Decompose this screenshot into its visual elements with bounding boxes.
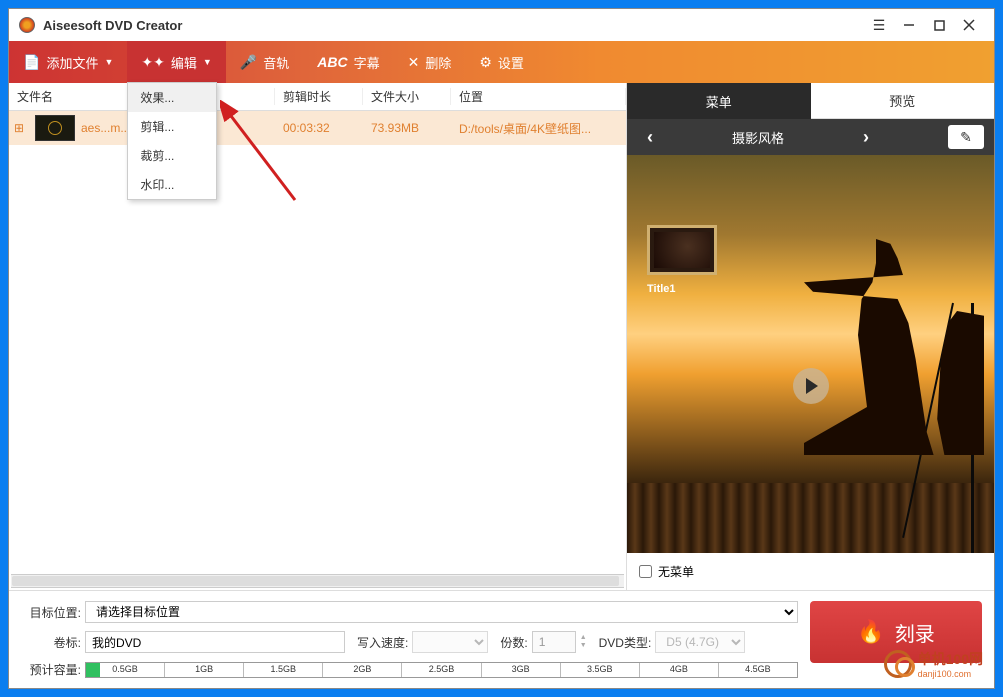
no-menu-checkbox[interactable]: [639, 565, 652, 578]
fire-icon: 🔥: [857, 619, 884, 645]
menu-watermark[interactable]: 水印...: [128, 170, 216, 199]
main-toolbar: 📄 添加文件 ▼ ✦✦ 编辑 ▼ 效果... 剪辑... 裁剪... 水印...…: [9, 41, 994, 83]
col-duration[interactable]: 剪辑时长: [275, 88, 363, 105]
volume-input[interactable]: [85, 631, 345, 653]
file-size: 73.93MB: [363, 121, 451, 135]
site-watermark: 单机100网 danji100.com: [884, 649, 983, 679]
copies-stepper[interactable]: ▲▼: [580, 634, 587, 650]
horizontal-scrollbar[interactable]: [11, 574, 624, 588]
tab-menu[interactable]: 菜单: [627, 83, 811, 119]
menu-effect[interactable]: 效果...: [128, 83, 216, 112]
volume-label: 卷标:: [21, 634, 81, 651]
menu-clip[interactable]: 剪辑...: [128, 112, 216, 141]
add-file-button[interactable]: 📄 添加文件 ▼: [9, 41, 127, 83]
delete-x-icon: ✕: [408, 54, 420, 71]
burn-label: 刻录: [895, 618, 935, 647]
edit-dropdown: 效果... 剪辑... 裁剪... 水印...: [127, 82, 217, 200]
watermark-name: 单机100网: [918, 649, 983, 669]
file-list-panel: 文件名 剪辑时长 文件大小 位置 ⊞ aes...m... 00:03:32 7…: [9, 83, 627, 590]
prev-style-arrow-icon[interactable]: ‹: [637, 123, 663, 152]
file-location: D:/tools/桌面/4K壁纸图...: [451, 120, 626, 137]
delete-label: 删除: [425, 53, 451, 72]
preview-panel: 菜单 预览 ‹ 摄影风格 › ✎ Title1 无菜单: [627, 83, 994, 590]
abc-subtitle-icon: ABC: [317, 54, 347, 70]
copies-input[interactable]: [532, 631, 576, 653]
menu-crop[interactable]: 裁剪...: [128, 141, 216, 170]
edit-style-pencil-icon[interactable]: ✎: [948, 125, 984, 149]
edit-sparkle-icon: ✦✦: [141, 54, 164, 71]
copies-label: 份数:: [500, 634, 527, 651]
dvd-type-label: DVD类型:: [599, 634, 652, 651]
dvd-type-select[interactable]: D5 (4.7G): [655, 631, 745, 653]
bottom-panel: 目标位置: 请选择目标位置 卷标: 写入速度: 份数: ▲▼ DVD类型: D5…: [9, 590, 994, 688]
capacity-tick: 2GB: [323, 663, 402, 677]
style-bar: ‹ 摄影风格 › ✎: [627, 119, 994, 155]
write-speed-select[interactable]: [412, 631, 488, 653]
add-file-icon: 📄: [23, 54, 40, 71]
title-thumbnail-frame[interactable]: [647, 225, 717, 275]
capacity-tick: 1GB: [165, 663, 244, 677]
edit-label: 编辑: [171, 53, 197, 72]
capacity-tick: 2.5GB: [402, 663, 481, 677]
edit-button[interactable]: ✦✦ 编辑 ▼ 效果... 剪辑... 裁剪... 水印...: [127, 41, 225, 83]
capacity-bar: 0.5GB 1GB 1.5GB 2GB 2.5GB 3GB 3.5GB 4GB …: [85, 662, 798, 678]
capacity-tick: 4GB: [640, 663, 719, 677]
video-thumbnail: [35, 115, 75, 141]
col-filesize[interactable]: 文件大小: [363, 88, 451, 105]
play-button-icon[interactable]: [793, 368, 829, 404]
caret-down-icon: ▼: [203, 57, 212, 67]
close-button[interactable]: [954, 13, 984, 37]
delete-button[interactable]: ✕ 删除: [394, 41, 466, 83]
microphone-icon: 🎤: [240, 54, 257, 71]
app-logo-icon: [19, 17, 35, 33]
minimize-button[interactable]: [894, 13, 924, 37]
style-name: 摄影风格: [732, 128, 784, 147]
capacity-tick: 3GB: [482, 663, 561, 677]
capacity-tick: 4.5GB: [719, 663, 797, 677]
capacity-tick: 3.5GB: [561, 663, 640, 677]
file-duration: 00:03:32: [275, 121, 363, 135]
destination-select[interactable]: 请选择目标位置: [85, 601, 798, 623]
caret-down-icon: ▼: [104, 57, 113, 67]
menu-list-icon[interactable]: ☰: [864, 13, 894, 37]
empty-list-area: [9, 145, 626, 572]
expand-plus-icon[interactable]: ⊞: [9, 121, 29, 135]
add-file-label: 添加文件: [46, 53, 98, 72]
next-style-arrow-icon[interactable]: ›: [853, 123, 879, 152]
audio-button[interactable]: 🎤 音轨: [226, 41, 303, 83]
no-menu-option: 无菜单: [627, 553, 994, 590]
right-tabs: 菜单 预览: [627, 83, 994, 119]
subtitle-label: 字幕: [354, 53, 380, 72]
menu-preview: Title1: [627, 155, 994, 553]
settings-label: 设置: [498, 53, 524, 72]
tab-preview[interactable]: 预览: [811, 83, 995, 119]
title-label: Title1: [647, 283, 676, 295]
audio-label: 音轨: [263, 53, 289, 72]
app-window: Aiseesoft DVD Creator ☰ 📄 添加文件 ▼ ✦✦ 编辑 ▼…: [8, 8, 995, 689]
gear-icon: ⚙: [479, 54, 492, 71]
output-settings: 目标位置: 请选择目标位置 卷标: 写入速度: 份数: ▲▼ DVD类型: D5…: [21, 601, 798, 678]
maximize-button[interactable]: [924, 13, 954, 37]
dest-label: 目标位置:: [21, 604, 81, 621]
no-menu-label: 无菜单: [658, 563, 694, 580]
file-row[interactable]: ⊞ aes...m... 00:03:32 73.93MB D:/tools/桌…: [9, 111, 626, 145]
capacity-label: 预计容量:: [21, 661, 81, 678]
subtitle-button[interactable]: ABC 字幕: [303, 41, 393, 83]
capacity-tick: 1.5GB: [244, 663, 323, 677]
titlebar: Aiseesoft DVD Creator ☰: [9, 9, 994, 41]
app-title: Aiseesoft DVD Creator: [43, 18, 864, 33]
watermark-logo-icon: [884, 650, 912, 678]
photographer-silhouette: [804, 215, 984, 455]
capacity-fill: [86, 663, 100, 677]
write-speed-label: 写入速度:: [357, 634, 408, 651]
column-headers: 文件名 剪辑时长 文件大小 位置: [9, 83, 626, 111]
col-location[interactable]: 位置: [451, 88, 626, 105]
settings-button[interactable]: ⚙ 设置: [465, 41, 538, 83]
watermark-url: danji100.com: [918, 669, 983, 679]
